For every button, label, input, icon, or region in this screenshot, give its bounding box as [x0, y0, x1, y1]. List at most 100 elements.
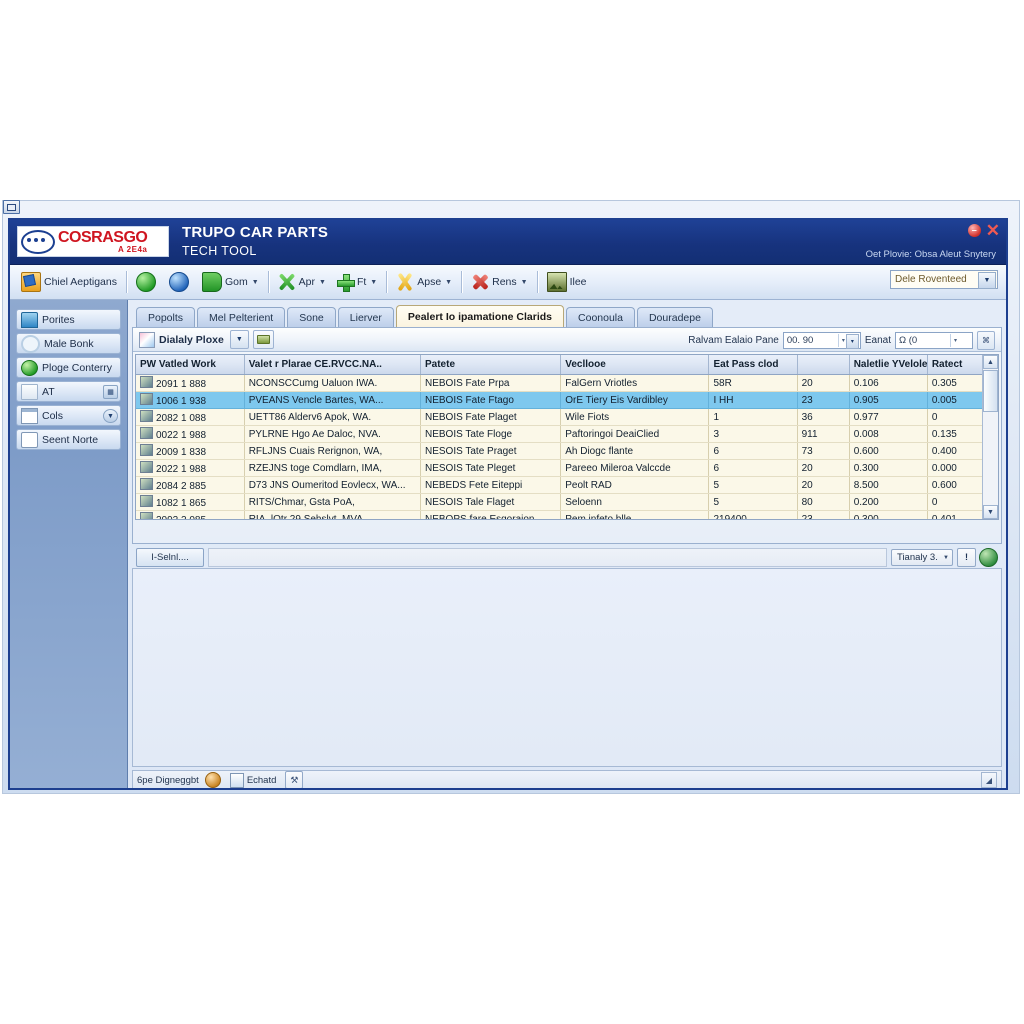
sidebar-item-seent-norte[interactable]: Seent Norte [16, 429, 121, 450]
status-globe-icon[interactable] [204, 772, 221, 788]
content-area: Popolts Mel Pelterient Sone Lierver Peal… [128, 300, 1006, 788]
sidebar-item-porites[interactable]: Porites [16, 309, 121, 330]
row-type-icon [140, 495, 153, 507]
cell-vecllooe: OrE Tiery Eis Vardibley [560, 391, 710, 409]
grid-vertical-scrollbar[interactable]: ▲ ▼ [982, 355, 998, 519]
table-row[interactable]: 2084 2 885 D73 JNS Oumeritod Eovlecx, WA… [136, 476, 998, 494]
table-row[interactable]: 2022 1 988 RZEJNS toge Comdlarn, IMA, NE… [136, 459, 998, 477]
table-row[interactable]: 2082 1 088 UETT86 Alderv6 Apok, WA. NEBO… [136, 408, 998, 426]
sidebar-item-cols[interactable]: Cols ▼ [16, 405, 121, 426]
cell-name: NCONSCCumg Ualuon IWA. [244, 374, 421, 392]
cell-text: 2084 2 885 [156, 481, 207, 492]
toolbar-item-gom[interactable]: Gom ▼ [197, 268, 264, 296]
toolbar-item-globe-blue[interactable] [164, 268, 197, 296]
print-button[interactable] [252, 330, 274, 349]
toolbar-item-ilee[interactable]: Ilee [542, 268, 592, 296]
logo-mark-icon [21, 229, 55, 254]
resize-grip-icon[interactable]: ◢ [981, 772, 997, 788]
table-row[interactable]: 2009 1 838 RFLJNS Cuais Rerignon, WA, NE… [136, 442, 998, 460]
toolbar-item-globe-green[interactable] [131, 268, 164, 296]
chevron-down-icon[interactable]: ▾ [845, 334, 859, 349]
second-filter-input[interactable]: Ω (0 ▾ [895, 332, 973, 349]
table-row[interactable]: 1082 1 865 RITS/Chmar, Gsta PoA, NESOIS … [136, 493, 998, 511]
chevron-down-icon[interactable]: ▼ [521, 279, 528, 286]
chevron-down-icon[interactable]: ▼ [943, 555, 949, 561]
cell-vecllooe: Seloenn [560, 493, 710, 511]
scroll-down-icon[interactable]: ▼ [983, 505, 998, 519]
column-header-valet-plarae[interactable]: Valet r Plarae CE.RVCC.NA.. [244, 355, 421, 375]
footer-select[interactable]: Tianaly 3. ▼ [891, 548, 953, 566]
status-chip[interactable]: Echatd [227, 772, 280, 788]
cell-name: D73 JNS Oumeritod Eovlecx, WA... [244, 476, 421, 494]
column-header-eat-pass-clod[interactable]: Eat Pass clod [708, 355, 798, 375]
chevron-down-icon[interactable]: ▼ [319, 279, 326, 286]
cell-id: 2084 2 885 [136, 476, 245, 494]
sidebar-item-at[interactable]: AT ▦ [16, 381, 121, 402]
cell-veloley: 0.905 [849, 391, 928, 409]
sidebar-dropdown-icon[interactable]: ▼ [103, 409, 118, 423]
toolbar-item-chiel-aeptigans[interactable]: Chiel Aeptigans [16, 268, 122, 296]
chevron-down-icon[interactable]: ▼ [252, 279, 259, 286]
chevron-down-icon[interactable]: ▼ [445, 279, 452, 286]
sidebar-item-male-bonk[interactable]: Male Bonk [16, 333, 121, 354]
second-filter-value: Ω (0 [899, 335, 918, 346]
screenshot-root: COSRASGO A 2E4a TRUPO CAR PARTS TECH TOO… [0, 0, 1024, 1024]
toolbar-item-rens[interactable]: Rens ▼ [466, 268, 532, 296]
info-button[interactable]: ! [957, 547, 976, 567]
apply-filter-button[interactable]: ⌘ [977, 331, 995, 350]
scrollbar-thumb[interactable] [983, 370, 998, 412]
sidebar-item-label: Cols [42, 409, 64, 422]
desktop-frame: COSRASGO A 2E4a TRUPO CAR PARTS TECH TOO… [0, 198, 1024, 798]
table-row[interactable]: 1006 1 938 PVEANS Vencle Bartes, WA... N… [136, 391, 998, 409]
tab-coonoula[interactable]: Coonoula [566, 307, 635, 327]
tool-button[interactable]: ⚒ [285, 771, 304, 788]
tab-lierver[interactable]: Lierver [337, 307, 394, 327]
spinner-icon[interactable]: ▾ [950, 334, 960, 347]
restore-window-button[interactable] [3, 200, 20, 214]
minimize-icon[interactable]: – [967, 224, 981, 237]
tab-sone[interactable]: Sone [287, 307, 336, 327]
column-header-patete[interactable]: Patete [420, 355, 562, 375]
table-row[interactable]: 0022 1 988 PYLRNE Hgo Ae Daloc, NVA. NEB… [136, 425, 998, 443]
panel-filters: Ralvam Ealaio Pane 00. 90 ▾ ▾ Eanat Ω (0… [688, 331, 995, 350]
toolbar-item-ft[interactable]: Ft ▼ [331, 268, 382, 296]
scroll-up-icon[interactable]: ▲ [983, 355, 998, 369]
footer-text-field[interactable] [208, 547, 887, 567]
sidebar-badge-icon[interactable]: ▦ [103, 385, 118, 399]
select-button[interactable]: I-Selnl.... [136, 547, 204, 567]
tab-pealert-io-ipamatione-clarids[interactable]: Pealert Io ipamatione Clarids [395, 305, 565, 327]
globe-icon[interactable] [979, 547, 998, 567]
panel-split-button[interactable]: ▼ [229, 330, 249, 349]
toolbar-mode-select[interactable]: Dele Roventeed ▼ [890, 270, 998, 289]
status-bar: 6pe Digneggbt Echatd ⚒ ◢ [132, 770, 1002, 788]
chevron-down-icon[interactable]: ▼ [978, 272, 996, 289]
column-header-vecllooe[interactable]: Vecllooe [560, 355, 710, 375]
sidebar-item-ploge-conterry[interactable]: Ploge Conterry [16, 357, 121, 378]
column-header-naletlie-yveloley[interactable]: Naletlie YVeloley [849, 355, 928, 375]
cell-id: 1006 1 938 [136, 391, 245, 409]
document-icon [139, 331, 155, 348]
filter-value-input[interactable]: 00. 90 ▾ ▾ [782, 332, 861, 349]
table-row[interactable]: 2091 1 888 NCONSCCumg Ualuon IWA. NEBOIS… [136, 374, 998, 392]
sidebar-item-label: Seent Norte [42, 433, 99, 446]
tab-strip: Popolts Mel Pelterient Sone Lierver Peal… [132, 305, 1002, 328]
x-red-icon [471, 273, 489, 291]
toolbar-separator [386, 271, 388, 293]
tab-popolts[interactable]: Popolts [136, 307, 196, 327]
cell-patete: NEBEDS Fete Eiteppi [420, 476, 562, 494]
filter-value: 00. 90 [786, 335, 814, 346]
toolbar-item-apr[interactable]: Apr ▼ [273, 268, 331, 296]
column-header-pw-vatled-work[interactable]: PW Vatled Work [136, 355, 245, 375]
sidebar-item-label: Porites [42, 313, 75, 326]
table-row[interactable]: 2092 2 085 RIA, lOtr 29 Sehslvt, MVA NEB… [136, 510, 998, 519]
logo-wordmark: COSRASGO A 2E4a [58, 229, 148, 254]
tab-douradepe[interactable]: Douradepe [636, 307, 713, 327]
export-icon [21, 272, 41, 292]
tab-mel-pelterient[interactable]: Mel Pelterient [197, 307, 286, 327]
close-icon[interactable]: ✕ [986, 222, 1000, 239]
window-body: Porites Male Bonk Ploge Conterry AT ▦ Co… [10, 300, 1006, 788]
column-header-count[interactable] [797, 355, 850, 375]
cell-veloley: 0.008 [849, 425, 928, 443]
toolbar-item-apse[interactable]: Apse ▼ [391, 268, 457, 296]
chevron-down-icon[interactable]: ▼ [370, 279, 377, 286]
